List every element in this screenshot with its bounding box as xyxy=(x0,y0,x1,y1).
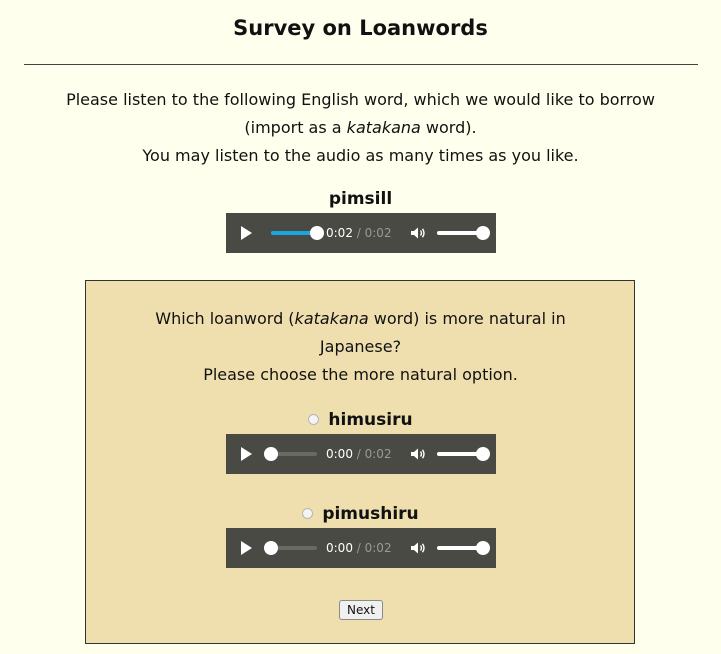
time-display: 0:00 / 0:02 xyxy=(326,540,392,556)
option-pimushiru[interactable]: pimushiru xyxy=(0,503,721,525)
volume-icon[interactable] xyxy=(410,226,426,240)
option-label[interactable]: himusiru xyxy=(328,410,412,430)
option-label[interactable]: pimushiru xyxy=(322,504,418,524)
play-icon[interactable] xyxy=(241,447,252,461)
time-display: 0:02 / 0:02 xyxy=(326,225,392,241)
volume-slider-thumb[interactable] xyxy=(476,541,490,555)
next-button[interactable]: Next xyxy=(339,600,383,620)
option-himusiru[interactable]: himusiru xyxy=(0,409,721,431)
current-time: 0:00 xyxy=(326,541,353,555)
seek-bar[interactable] xyxy=(264,447,317,461)
volume-slider[interactable] xyxy=(437,447,490,461)
play-icon[interactable] xyxy=(241,226,252,240)
question-line-1-end: word) is more natural in xyxy=(368,309,566,328)
question-line-3: Please choose the more natural option. xyxy=(203,365,518,384)
stimulus-word: pimsill xyxy=(328,189,393,209)
seek-bar-thumb[interactable] xyxy=(264,447,278,461)
intro-line-1: Please listen to the following English w… xyxy=(66,90,655,109)
option-2-audio-player[interactable]: 0:00 / 0:02 xyxy=(226,528,496,568)
duration: 0:02 xyxy=(364,226,392,240)
question-text: Which loanword (katakana word) is more n… xyxy=(90,305,631,389)
seek-bar[interactable] xyxy=(264,541,317,555)
seek-bar-thumb[interactable] xyxy=(310,226,324,240)
volume-slider-thumb[interactable] xyxy=(476,226,490,240)
volume-icon[interactable] xyxy=(410,447,426,461)
seek-bar[interactable] xyxy=(271,226,324,240)
volume-slider[interactable] xyxy=(437,541,490,555)
option-1-audio-player[interactable]: 0:00 / 0:02 xyxy=(226,434,496,474)
time-display: 0:00 / 0:02 xyxy=(326,446,392,462)
question-line-2: Japanese? xyxy=(319,337,402,356)
stimulus-audio-player[interactable]: 0:02 / 0:02 xyxy=(226,213,496,253)
duration: 0:02 xyxy=(364,541,392,555)
intro-line-2-end: word). xyxy=(420,118,477,137)
option-radio[interactable] xyxy=(302,508,314,519)
page-title: Survey on Loanwords xyxy=(233,16,488,40)
volume-icon[interactable] xyxy=(410,541,426,555)
volume-slider[interactable] xyxy=(437,226,490,240)
intro-line-3: You may listen to the audio as many time… xyxy=(142,146,579,165)
play-icon[interactable] xyxy=(241,541,252,555)
time-separator: / xyxy=(352,447,365,461)
time-separator: / xyxy=(352,541,365,555)
current-time: 0:02 xyxy=(326,226,353,240)
volume-slider-thumb[interactable] xyxy=(476,447,490,461)
option-radio[interactable] xyxy=(308,414,320,425)
seek-bar-thumb[interactable] xyxy=(264,541,278,555)
intro-line-2-italic: katakana xyxy=(346,118,421,137)
duration: 0:02 xyxy=(364,447,392,461)
time-separator: / xyxy=(352,226,365,240)
title-divider xyxy=(24,64,698,65)
question-line-1-italic: katakana xyxy=(294,309,369,328)
intro-instructions: Please listen to the following English w… xyxy=(20,86,701,170)
current-time: 0:00 xyxy=(326,447,353,461)
intro-line-2-start: (import as a xyxy=(244,118,347,137)
question-line-1-start: Which loanword ( xyxy=(155,309,295,328)
